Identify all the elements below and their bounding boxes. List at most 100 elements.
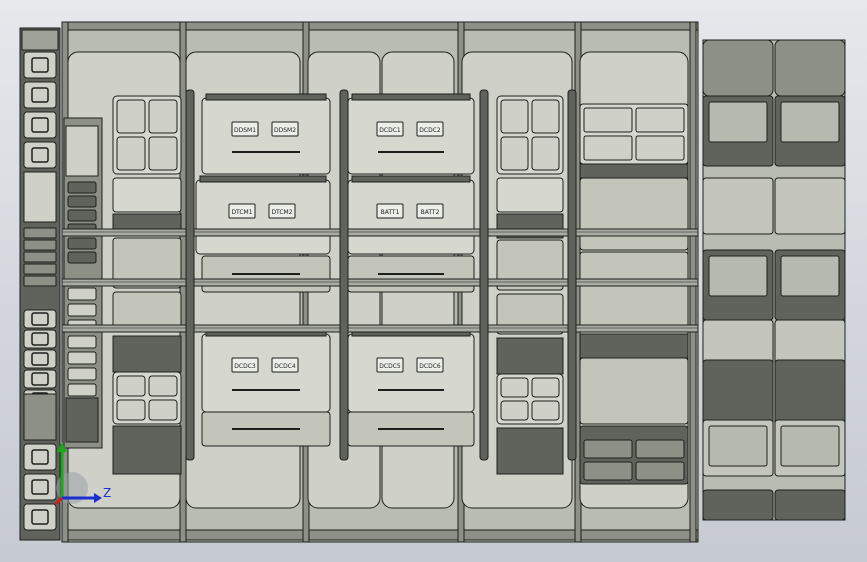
vertical-chain-1 <box>339 89 349 461</box>
right-stack-cap-1 <box>774 39 846 97</box>
right-cabinet-top-cell <box>635 135 685 161</box>
left-quad-module-bottom-cell <box>148 375 178 397</box>
right-quad-module-top-cell <box>531 99 560 134</box>
left-quad-module-top-cell <box>148 136 178 171</box>
left-column-terminal-0 <box>23 227 57 239</box>
right-cabinet-mid-1 <box>579 177 689 251</box>
central-box-5 <box>347 333 475 413</box>
right-stack-inner-5 <box>780 425 840 467</box>
central-box-label-text: DCDC6 <box>419 363 441 370</box>
right-cabinet-top-cell <box>583 107 633 133</box>
central-box-lid-2 <box>199 175 327 183</box>
central-box-label-text: DCDC1 <box>379 127 401 134</box>
central-box-label-text: BATT2 <box>421 209 440 216</box>
right-stack-inner-0 <box>708 101 768 143</box>
connector-strip-port <box>67 367 97 381</box>
central-box-lid-1 <box>351 93 471 101</box>
left-column-block <box>23 393 57 441</box>
central-box-label-text: DTCM2 <box>271 209 292 216</box>
right-stack-cap-0 <box>702 39 774 97</box>
left-column-connector-top-0 <box>23 51 57 79</box>
cross-rail-1 <box>61 278 699 287</box>
central-box-4 <box>201 333 331 413</box>
connector-strip-port <box>67 351 97 365</box>
right-side-stack <box>702 39 846 521</box>
left-module-base <box>112 425 182 475</box>
left-quad-module-top-cell <box>148 99 178 134</box>
right-module-dark-band-2 <box>496 337 564 375</box>
right-module-base <box>496 427 564 475</box>
connector-strip-terminal <box>67 251 97 264</box>
right-quad-module-top-cell <box>500 136 529 171</box>
central-box-label-text: DCDC3 <box>234 363 256 370</box>
left-column-terminal-1 <box>23 239 57 251</box>
vertical-chain-0 <box>185 89 195 461</box>
right-stack-unit-6-1 <box>774 489 846 521</box>
right-cabinet-base-cell <box>583 439 633 459</box>
connector-strip-port <box>67 383 97 397</box>
left-column-terminal-2 <box>23 251 57 263</box>
central-box-label-text: DCDC4 <box>274 363 296 370</box>
left-quad-module-bottom-cell <box>116 375 146 397</box>
triad-z-label: Z <box>103 486 111 500</box>
graphics-area[interactable]: DDSM1 DDSM2 DCDC1 DCDC2 DTCM1 DTCM2 BATT1 BATT2… <box>0 0 867 562</box>
right-quad-module-bottom-cell <box>531 377 560 398</box>
left-column-connector-top-3 <box>23 141 57 169</box>
left-connector-column <box>19 27 61 541</box>
connector-strip-top-panel <box>65 125 99 177</box>
right-quad-module-bottom-cell <box>500 400 529 421</box>
left-column-connector-bottom-0 <box>23 443 57 471</box>
central-box-label-text: DDSM2 <box>274 127 296 134</box>
right-stack-inner-4 <box>708 425 768 467</box>
left-column-connector-top-2 <box>23 111 57 139</box>
bottom-rail <box>61 529 699 541</box>
central-box-lid-0 <box>205 93 327 101</box>
connector-strip-terminal <box>67 195 97 208</box>
right-quad-module-bottom-cell <box>531 400 560 421</box>
right-cabinet-mid-2 <box>579 251 689 333</box>
right-cabinet-dark-band <box>579 333 689 359</box>
assembly-model-drawing[interactable]: DDSM1 DDSM2 DCDC1 DCDC2 DTCM1 DTCM2 BATT1 BATT2… <box>0 0 867 562</box>
right-cabinet-base-cell <box>583 461 633 481</box>
right-stack-unit-6-0 <box>702 489 774 521</box>
right-module-slab-1 <box>496 177 564 213</box>
left-column-connector-bottom-2 <box>23 503 57 531</box>
central-box-3 <box>347 179 475 255</box>
left-module-slab-1 <box>112 177 182 213</box>
left-column-connector-bottom-1 <box>23 473 57 501</box>
central-box-label-text: DDSM1 <box>234 127 256 134</box>
connector-strip-port <box>67 335 97 349</box>
central-box-2 <box>195 179 331 255</box>
connector-strip-bottom-block <box>65 397 99 443</box>
right-stack-inner-3 <box>780 255 840 297</box>
central-box-lid-3 <box>351 175 471 183</box>
vertical-chain-2 <box>479 89 489 461</box>
central-box-label-text: BATT1 <box>381 209 400 216</box>
top-rail <box>61 21 699 31</box>
cross-rail-0 <box>61 228 699 237</box>
left-column-blank-panel <box>23 171 57 223</box>
connector-strip-port <box>67 303 97 317</box>
left-column-connector-top-1 <box>23 81 57 109</box>
right-cabinet-top-band <box>579 163 689 179</box>
right-quad-module-bottom-cell <box>500 377 529 398</box>
connector-strip-port <box>67 287 97 301</box>
left-quad-module-bottom-cell <box>148 399 178 421</box>
right-stack-unit-1-0 <box>702 177 774 235</box>
left-quad-module-top-cell <box>116 136 146 171</box>
right-stack-unit-1-1 <box>774 177 846 235</box>
left-module-dark-band-2 <box>112 335 182 373</box>
connector-strip-terminal <box>67 209 97 222</box>
central-box-label-text: DCDC2 <box>419 127 441 134</box>
right-cabinet-mid-3 <box>579 357 689 425</box>
connector-strip-terminal <box>67 237 97 250</box>
right-cabinet-base-cell <box>635 461 685 481</box>
left-quad-module-top-cell <box>116 99 146 134</box>
right-cabinet-base-cell <box>635 439 685 459</box>
central-box-label-text: DCDC5 <box>379 363 401 370</box>
left-quad-module-bottom-cell <box>116 399 146 421</box>
right-cabinet-top-cell <box>635 107 685 133</box>
right-cabinet-top-cell <box>583 135 633 161</box>
left-column-terminal-4 <box>23 275 57 287</box>
vertical-chain-3 <box>567 89 577 461</box>
